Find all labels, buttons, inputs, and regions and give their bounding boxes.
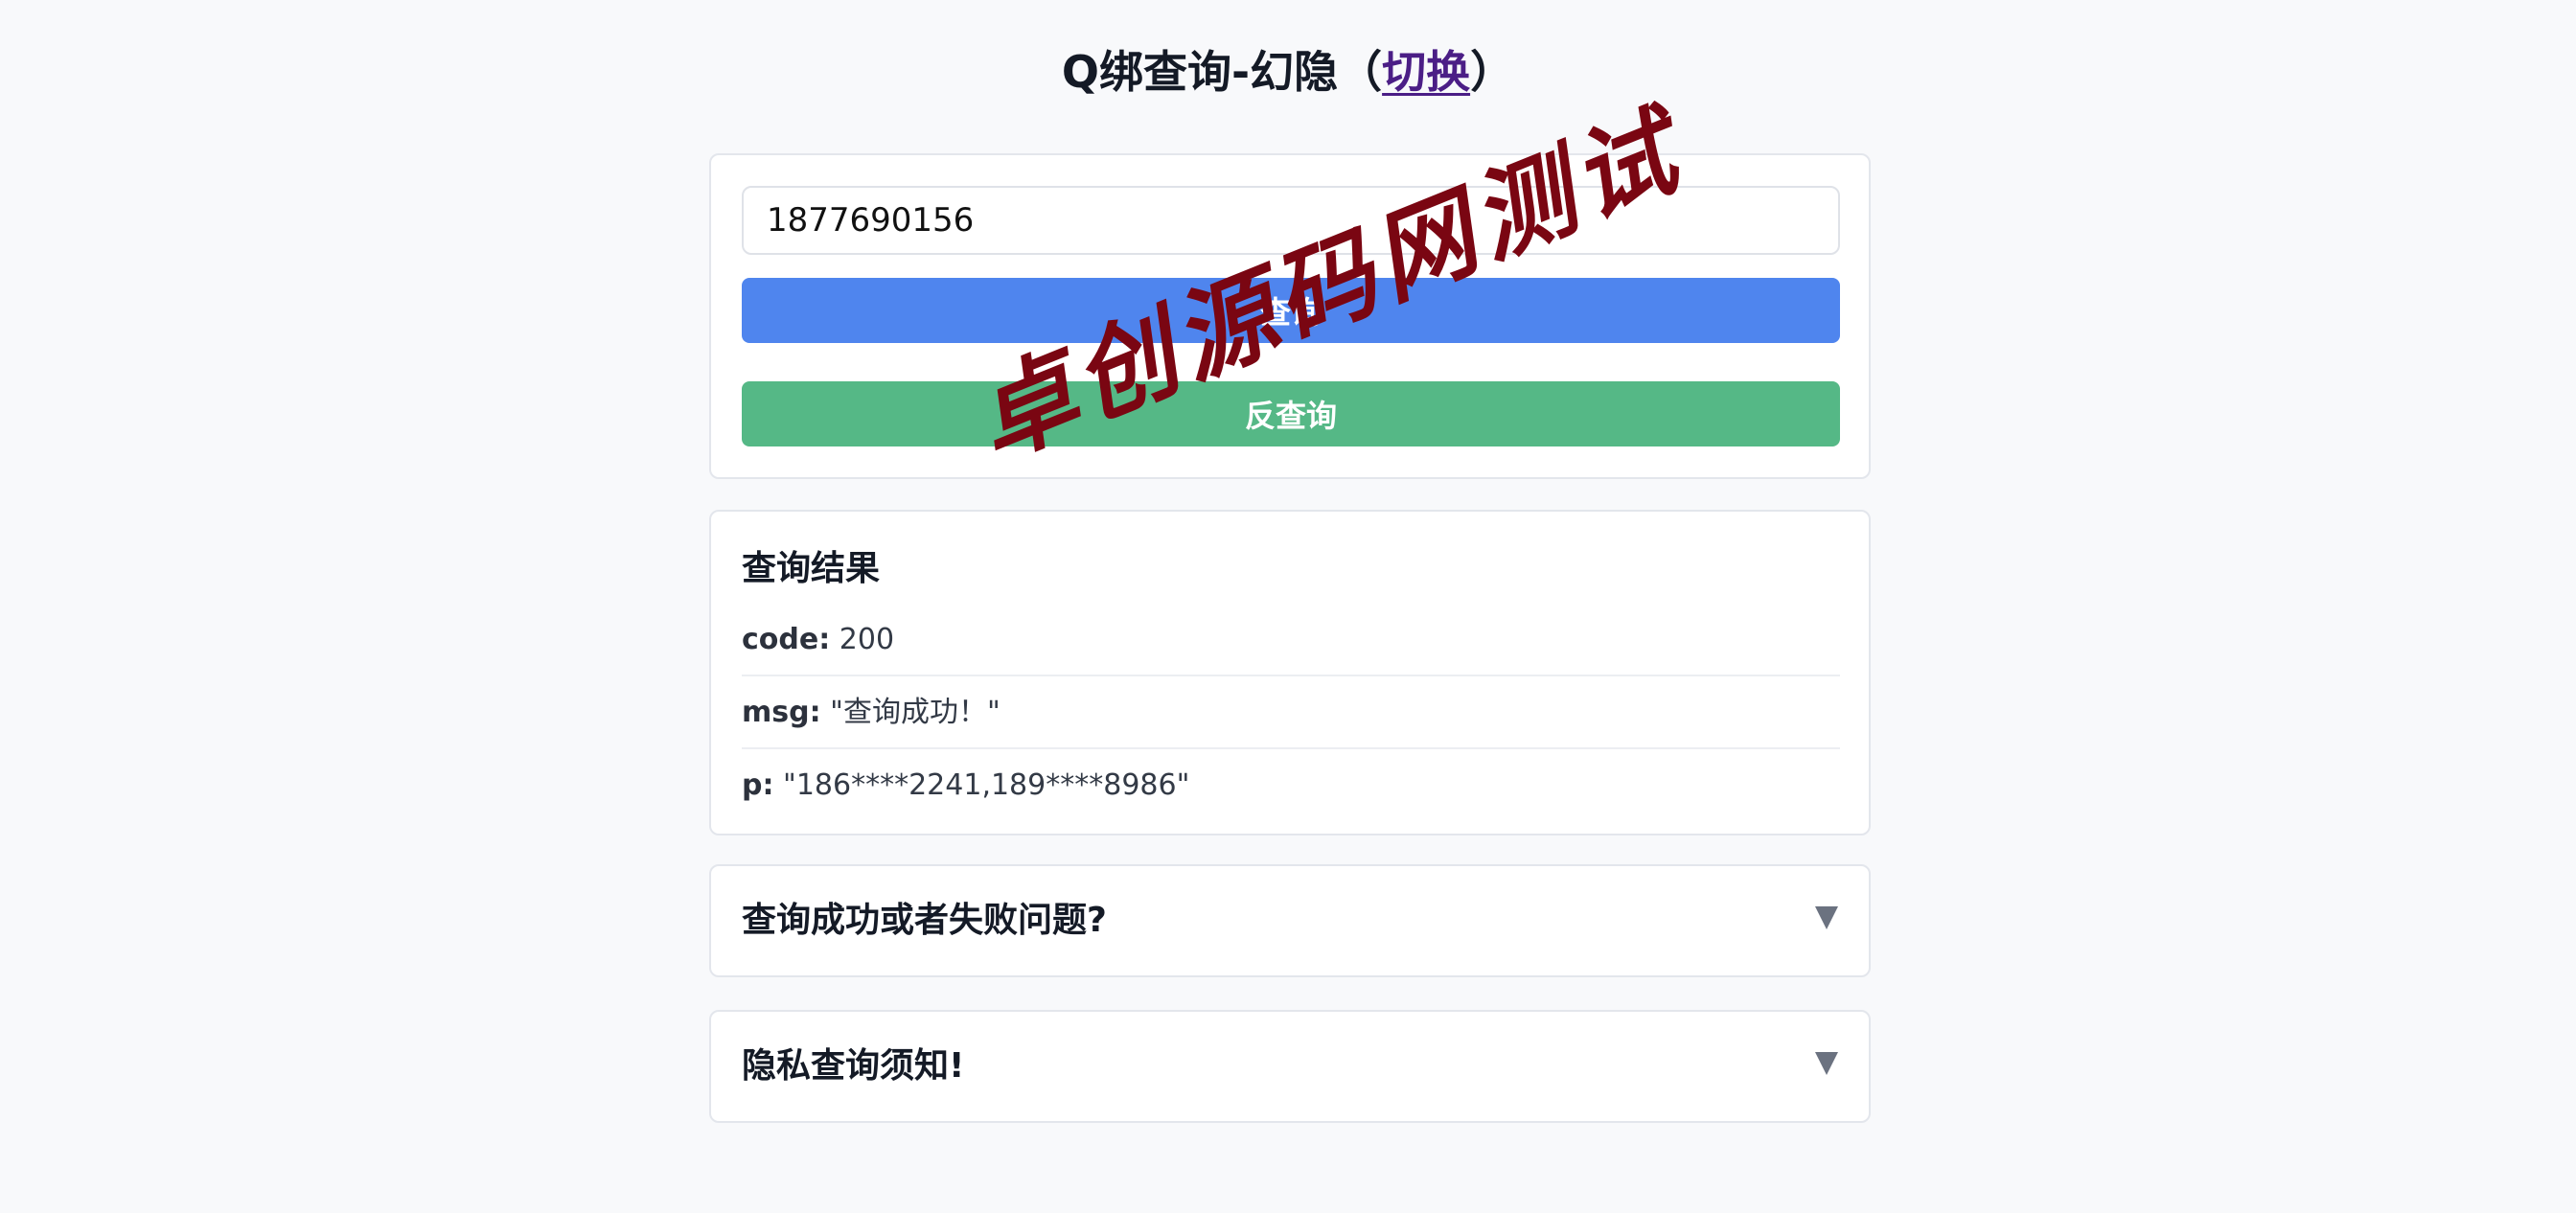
- result-value: "186****2241,189****8986": [783, 768, 1190, 802]
- result-key: code:: [742, 623, 831, 656]
- page-title-suffix: ）: [1470, 46, 1515, 98]
- page-title: Q绑查询-幻隐（切换）: [0, 38, 2576, 105]
- triangle-down-icon: [1815, 1052, 1838, 1075]
- result-value: 200: [839, 623, 895, 656]
- result-row-msg: msg: "查询成功！": [742, 676, 1840, 749]
- result-row-code: code: 200: [742, 604, 1840, 676]
- result-value: "查询成功！": [830, 696, 1000, 729]
- search-card: 查询 反查询: [709, 153, 1871, 479]
- faq-accordion-privacy-notice[interactable]: 隐私查询须知!: [709, 1010, 1871, 1123]
- result-row-p: p: "186****2241,189****8986": [742, 749, 1840, 822]
- reverse-query-button[interactable]: 反查询: [742, 381, 1840, 446]
- faq-title: 查询成功或者失败问题?: [742, 901, 1107, 940]
- result-card: 查询结果 code: 200 msg: "查询成功！" p: "186****2…: [709, 510, 1871, 835]
- result-heading: 查询结果: [742, 549, 881, 588]
- page-title-prefix: Q绑查询-幻隐（: [1061, 46, 1383, 98]
- faq-title: 隐私查询须知!: [742, 1046, 965, 1086]
- result-key: p:: [742, 768, 774, 802]
- faq-accordion-success-failure[interactable]: 查询成功或者失败问题?: [709, 864, 1871, 977]
- result-key: msg:: [742, 696, 821, 729]
- query-button[interactable]: 查询: [742, 278, 1840, 343]
- switch-link[interactable]: 切换: [1382, 46, 1470, 98]
- qq-number-input[interactable]: [742, 186, 1840, 255]
- triangle-down-icon: [1815, 906, 1838, 929]
